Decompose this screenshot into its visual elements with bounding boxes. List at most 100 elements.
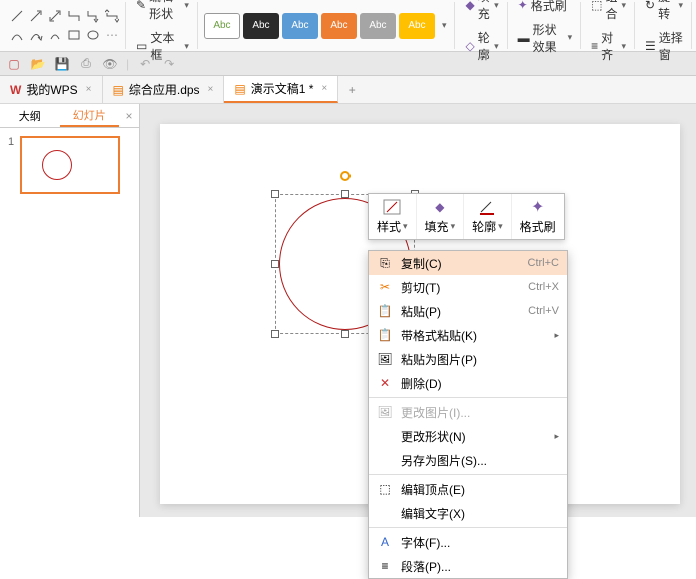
- print-icon[interactable]: ⎙: [78, 56, 94, 72]
- slides-tab[interactable]: 幻灯片: [60, 104, 120, 127]
- select-icon: ☰: [645, 39, 656, 53]
- tab-label: 演示文稿1 *: [251, 80, 314, 97]
- rotate-label: 旋转: [658, 0, 675, 22]
- select-pane-button[interactable]: ☰选择窗: [641, 26, 687, 66]
- rect-icon[interactable]: [65, 26, 83, 44]
- tab-label: 综合应用.dps: [129, 81, 200, 98]
- brush-icon: ✦: [528, 198, 548, 216]
- preview-icon[interactable]: 👁: [102, 56, 118, 72]
- ctx-edit-points[interactable]: ⬚编辑顶点(E): [369, 477, 567, 501]
- elbow-icon[interactable]: [65, 7, 83, 25]
- ctx-edit-text[interactable]: 编辑文字(X): [369, 501, 567, 525]
- style-preset-2[interactable]: Abc: [243, 13, 279, 39]
- save-icon[interactable]: 💾: [54, 56, 70, 72]
- ctx-delete[interactable]: ✕删除(D): [369, 371, 567, 395]
- group-icon: ⬚: [591, 0, 602, 12]
- copy-icon: ⎘: [377, 255, 393, 271]
- resize-handle[interactable]: [271, 330, 279, 338]
- redo-icon[interactable]: ↷: [161, 56, 177, 72]
- format-painter-button[interactable]: ✦格式刷: [514, 0, 576, 17]
- slide-thumbnail[interactable]: 1: [8, 136, 131, 194]
- mini-fill-button[interactable]: ◆填充▾: [417, 194, 465, 239]
- oval-icon[interactable]: [84, 26, 102, 44]
- close-icon[interactable]: ×: [86, 84, 92, 95]
- tab-mywps[interactable]: W我的WPS×: [0, 76, 103, 103]
- outline-tab[interactable]: 大纲: [0, 104, 60, 127]
- pen-icon: [477, 198, 497, 216]
- format-painter-label: 格式刷: [531, 0, 567, 14]
- slide-number: 1: [8, 136, 14, 148]
- resize-handle[interactable]: [271, 190, 279, 198]
- group-label: 组合: [606, 0, 619, 22]
- ctx-save-as-picture[interactable]: 另存为图片(S)...: [369, 448, 567, 472]
- rotate-handle[interactable]: [339, 170, 351, 182]
- rotate-button[interactable]: ↻旋转▾: [641, 0, 687, 25]
- ctx-paragraph[interactable]: ≡段落(P)...: [369, 554, 567, 578]
- tab-label: 我的WPS: [26, 81, 77, 98]
- ctx-paste[interactable]: 📋粘贴(P)Ctrl+V: [369, 299, 567, 323]
- select-label: 选择窗: [659, 29, 683, 63]
- tab-file2[interactable]: ▤演示文稿1 *×: [224, 76, 338, 103]
- tab-file1[interactable]: ▤ 综合应用.dps ×: [103, 76, 225, 103]
- ctx-paste-format[interactable]: 📋带格式粘贴(K)▸: [369, 323, 567, 347]
- close-icon[interactable]: ×: [208, 84, 214, 95]
- align-label: 对齐: [601, 29, 618, 63]
- close-panel-icon[interactable]: ×: [119, 104, 139, 127]
- paste-image-icon: 🖼: [377, 351, 393, 367]
- ctx-copy[interactable]: ⎘复制(C)Ctrl+C: [369, 251, 567, 275]
- edit-shape-label: 编辑形状: [149, 0, 181, 22]
- resize-handle[interactable]: [271, 260, 279, 268]
- delete-icon: ✕: [377, 375, 393, 391]
- textbox-icon: ▭: [136, 39, 147, 53]
- style-preset-1[interactable]: Abc: [204, 13, 240, 39]
- curve-double-icon[interactable]: [46, 26, 64, 44]
- fill-button[interactable]: ◆填充▾: [461, 0, 502, 25]
- style-preset-5[interactable]: Abc: [360, 13, 396, 39]
- shape-effect-button[interactable]: ▬形状效果▾: [514, 18, 576, 58]
- ctx-change-shape[interactable]: 更改形状(N)▸: [369, 424, 567, 448]
- mini-style-button[interactable]: 样式▾: [369, 194, 417, 239]
- style-preset-4[interactable]: Abc: [321, 13, 357, 39]
- line-icon[interactable]: [8, 7, 26, 25]
- shape-effect-label: 形状效果: [533, 21, 565, 55]
- double-arrow-icon[interactable]: [46, 7, 64, 25]
- shape-gallery[interactable]: ⋯: [8, 7, 121, 44]
- font-icon: A: [377, 534, 393, 550]
- group-button[interactable]: ⬚组合▾: [587, 0, 630, 25]
- curve-arrow-icon[interactable]: [27, 26, 45, 44]
- resize-handle[interactable]: [341, 190, 349, 198]
- outline-button[interactable]: ◇轮廓▾: [461, 26, 502, 66]
- gallery-more-icon[interactable]: ▾: [438, 20, 451, 31]
- edit-shape-button[interactable]: ✎编辑形状▾: [132, 0, 193, 25]
- mini-outline-button[interactable]: 轮廓▾: [464, 194, 512, 239]
- style-icon: [382, 198, 402, 216]
- ctx-paste-as-image[interactable]: 🖼粘贴为图片(P): [369, 347, 567, 371]
- elbow-double-icon[interactable]: [103, 7, 121, 25]
- style-preset-3[interactable]: Abc: [282, 13, 318, 39]
- thumbnail-preview: [20, 136, 120, 194]
- ctx-font[interactable]: A字体(F)...: [369, 530, 567, 554]
- submenu-arrow-icon: ▸: [554, 330, 559, 341]
- submenu-arrow-icon: ▸: [554, 431, 559, 442]
- shape-styles-gallery[interactable]: Abc Abc Abc Abc Abc Abc ▾: [204, 13, 451, 39]
- open-icon[interactable]: 📂: [30, 56, 46, 72]
- ctx-cut[interactable]: ✂剪切(T)Ctrl+X: [369, 275, 567, 299]
- arrow-icon[interactable]: [27, 7, 45, 25]
- undo-icon[interactable]: ↶: [137, 56, 153, 72]
- ctx-change-picture: 🖼更改图片(I)...: [369, 400, 567, 424]
- align-button[interactable]: ≡对齐▾: [587, 26, 630, 66]
- resize-handle[interactable]: [341, 330, 349, 338]
- more-shapes-icon[interactable]: ⋯: [103, 26, 121, 44]
- doc-icon: ▤: [113, 83, 124, 97]
- curve-icon[interactable]: [8, 26, 26, 44]
- elbow-arrow-icon[interactable]: [84, 7, 102, 25]
- new-icon[interactable]: ▢: [6, 56, 22, 72]
- context-menu: ⎘复制(C)Ctrl+C ✂剪切(T)Ctrl+X 📋粘贴(P)Ctrl+V 📋…: [368, 250, 568, 579]
- add-tab-button[interactable]: +: [338, 76, 366, 103]
- rotate-icon: ↻: [645, 0, 655, 12]
- close-icon[interactable]: ×: [321, 83, 327, 94]
- style-preset-6[interactable]: Abc: [399, 13, 435, 39]
- chevron-down-icon: ▾: [184, 41, 189, 52]
- chevron-down-icon: ▾: [184, 0, 189, 11]
- mini-brush-button[interactable]: ✦格式刷: [512, 194, 564, 239]
